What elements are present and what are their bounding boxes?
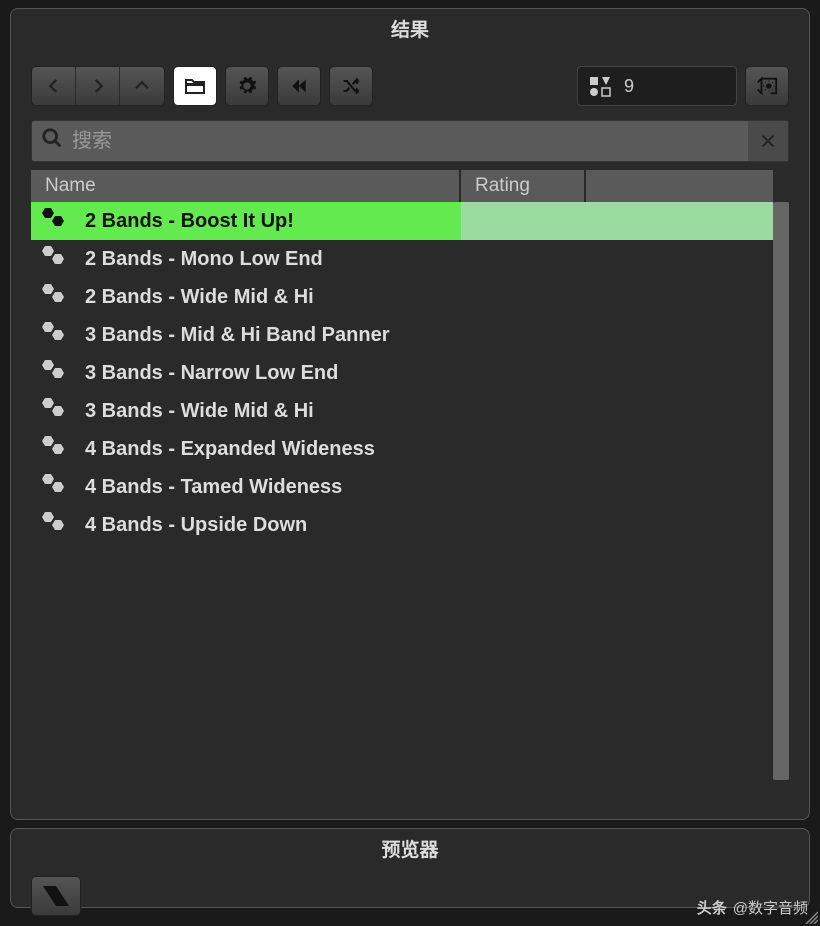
preset-extra <box>586 392 773 430</box>
preset-extra <box>586 430 773 468</box>
settings-button[interactable] <box>225 66 269 106</box>
preset-name: 2 Bands - Mono Low End <box>85 248 323 271</box>
preset-row[interactable]: 2 Bands - Wide Mid & Hi <box>31 278 773 316</box>
result-count-box: 9 <box>577 66 737 106</box>
shuffle-icon <box>340 76 362 96</box>
search-icon <box>32 127 72 155</box>
preset-row[interactable]: 4 Bands - Upside Down <box>31 506 773 544</box>
scroll-thumb[interactable] <box>773 202 789 780</box>
arrow-up-icon <box>133 77 151 95</box>
column-name[interactable]: Name <box>31 170 461 202</box>
preset-row[interactable]: 3 Bands - Mid & Hi Band Panner <box>31 316 773 354</box>
results-panel: 结果 <box>10 8 810 820</box>
preset-row[interactable]: 2 Bands - Mono Low End <box>31 240 773 278</box>
list-body: 2 Bands - Boost It Up! 2 Bands - Mono Lo… <box>31 202 773 780</box>
filter-icon <box>588 75 612 97</box>
preset-icon <box>37 206 71 236</box>
scrollbar[interactable] <box>773 202 789 780</box>
previewer-panel: 预览器 <box>10 828 810 908</box>
search-clear-button[interactable] <box>748 121 788 161</box>
preset-name: 3 Bands - Wide Mid & Hi <box>85 400 314 423</box>
preset-rating <box>461 316 586 354</box>
preset-rating <box>461 392 586 430</box>
preset-icon <box>37 358 71 388</box>
watermark-handle: @数字音频 <box>733 897 808 918</box>
preset-row[interactable]: 4 Bands - Tamed Wideness <box>31 468 773 506</box>
resize-grip-icon[interactable] <box>804 910 818 924</box>
preset-row[interactable]: 2 Bands - Boost It Up! <box>31 202 773 240</box>
preset-icon <box>37 282 71 312</box>
back-button[interactable] <box>32 67 76 105</box>
arrow-right-icon <box>89 77 107 95</box>
preset-name: 4 Bands - Expanded Wideness <box>85 438 375 461</box>
preset-extra <box>586 202 773 240</box>
preset-rating <box>461 278 586 316</box>
preset-extra <box>586 354 773 392</box>
arrow-left-icon <box>45 77 63 95</box>
window-settings-button[interactable] <box>745 66 789 106</box>
preset-rating <box>461 468 586 506</box>
column-extra[interactable] <box>586 170 773 202</box>
previewer-title: 预览器 <box>11 829 809 866</box>
search-input[interactable] <box>72 130 748 153</box>
nav-group <box>31 66 165 106</box>
preset-icon <box>37 244 71 274</box>
preset-row[interactable]: 4 Bands - Expanded Wideness <box>31 430 773 468</box>
result-count: 9 <box>624 76 634 97</box>
preset-name: 3 Bands - Narrow Low End <box>85 362 338 385</box>
preset-rating <box>461 202 586 240</box>
preset-extra <box>586 240 773 278</box>
preset-icon <box>37 510 71 540</box>
window-gear-icon <box>755 75 779 97</box>
preset-rating <box>461 354 586 392</box>
column-rating[interactable]: Rating <box>461 170 586 202</box>
preset-icon <box>37 320 71 350</box>
preset-extra <box>586 506 773 544</box>
folder-icon <box>183 74 207 98</box>
watermark: 头条 @数字音频 <box>697 897 808 918</box>
toolbar: 9 <box>11 46 809 120</box>
up-button[interactable] <box>120 67 164 105</box>
preset-rating <box>461 240 586 278</box>
location-tree-button[interactable] <box>173 66 217 106</box>
rewind-button[interactable] <box>277 66 321 106</box>
preset-extra <box>586 316 773 354</box>
gear-icon <box>236 75 258 97</box>
search-bar <box>31 120 789 162</box>
preset-icon <box>37 472 71 502</box>
results-list: Name Rating 2 Bands - Boost It Up! 2 Ban… <box>31 170 789 780</box>
play-shape-icon <box>43 886 69 906</box>
results-title: 结果 <box>11 9 809 46</box>
preset-extra <box>586 278 773 316</box>
preset-name: 2 Bands - Wide Mid & Hi <box>85 286 314 309</box>
forward-button[interactable] <box>76 67 120 105</box>
preset-extra <box>586 468 773 506</box>
watermark-prefix: 头条 <box>697 897 727 918</box>
shuffle-button[interactable] <box>329 66 373 106</box>
skip-back-icon <box>288 76 310 96</box>
close-icon <box>760 133 776 149</box>
preset-rating <box>461 506 586 544</box>
column-headers: Name Rating <box>31 170 773 202</box>
preset-name: 2 Bands - Boost It Up! <box>85 210 294 233</box>
preset-row[interactable]: 3 Bands - Narrow Low End <box>31 354 773 392</box>
preset-name: 3 Bands - Mid & Hi Band Panner <box>85 324 389 347</box>
preset-icon <box>37 434 71 464</box>
preview-play-button[interactable] <box>31 876 81 916</box>
preset-name: 4 Bands - Upside Down <box>85 514 307 537</box>
preset-row[interactable]: 3 Bands - Wide Mid & Hi <box>31 392 773 430</box>
preset-name: 4 Bands - Tamed Wideness <box>85 476 342 499</box>
preset-rating <box>461 430 586 468</box>
preset-icon <box>37 396 71 426</box>
